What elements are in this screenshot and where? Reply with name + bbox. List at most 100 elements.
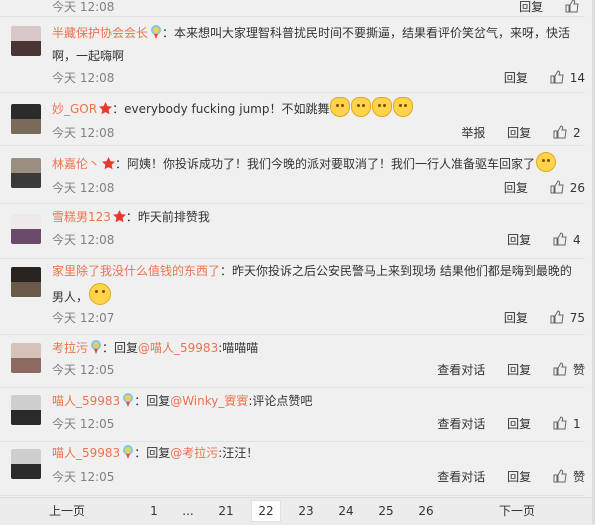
like-button[interactable]: 4 xyxy=(553,230,585,250)
like-count: 2 xyxy=(573,126,581,140)
avatar[interactable] xyxy=(11,267,41,297)
cat-emoji-icon xyxy=(372,97,393,117)
comment-meta: 今天 12:05 查看对话 回复 赞 xyxy=(52,360,585,380)
smile-emoji-icon xyxy=(89,283,112,305)
comment-text: ：阿姨！你投诉成功了！我们今晚的派对要取消了！我们一行人准备驱车回家了 xyxy=(115,157,536,171)
comment-text: :喵喵喵 xyxy=(218,341,259,355)
reply-button[interactable]: 回复 xyxy=(507,230,531,250)
page-button[interactable]: 24 xyxy=(334,501,358,521)
smile-emoji-icon xyxy=(536,152,557,172)
report-button[interactable]: 举报 xyxy=(461,123,485,143)
comment-item: 雪糕男123 ：昨天前排赞我 今天 12:08 回复 4 xyxy=(0,204,585,259)
star-badge-icon xyxy=(99,102,113,115)
comment-meta: 今天 12:08 举报 回复 2 xyxy=(52,123,585,143)
comment-time: 今天 12:08 xyxy=(52,181,115,195)
pagination-ellipsis: ... xyxy=(182,504,194,518)
cat-emoji-icon xyxy=(351,97,372,117)
current-page: 22 xyxy=(251,500,281,522)
prev-page-button[interactable]: 上一页 xyxy=(44,501,90,521)
mention-link[interactable]: @喵人_59983 xyxy=(138,341,218,355)
like-button[interactable]: 1 xyxy=(553,414,585,434)
comment-text: ：everybody fucking jump！不如跳舞 xyxy=(112,102,330,116)
reply-button[interactable]: 回复 xyxy=(507,360,531,380)
like-button[interactable]: 75 xyxy=(550,308,585,328)
comment-time: 今天 12:08 xyxy=(52,126,115,140)
comment-item: 今天 12:08 回复 xyxy=(0,0,585,17)
username[interactable]: 喵人_59983 xyxy=(52,446,120,460)
like-button[interactable]: 14 xyxy=(550,68,585,88)
reply-button[interactable]: 回复 xyxy=(507,467,531,487)
like-label: 赞 xyxy=(572,363,585,377)
thumbs-up-icon xyxy=(550,180,564,194)
page-button[interactable]: 21 xyxy=(214,501,238,521)
thumbs-up-icon xyxy=(553,469,567,483)
comment-meta: 今天 12:07 回复 75 xyxy=(52,308,585,328)
username[interactable]: 考拉污 xyxy=(52,341,88,355)
comment-item: 考拉污 ：回复@喵人_59983:喵喵喵 今天 12:05 查看对话 回复 赞 xyxy=(0,335,585,388)
avatar[interactable] xyxy=(11,158,41,188)
avatar[interactable] xyxy=(11,104,41,134)
rainbow-badge-icon xyxy=(123,393,134,407)
reply-prefix: ：回复 xyxy=(102,341,139,355)
username[interactable]: 半藏保护协会会长 xyxy=(52,26,148,40)
thumbs-up-icon xyxy=(565,0,579,13)
reply-button[interactable]: 回复 xyxy=(507,123,531,143)
reply-button[interactable]: 回复 xyxy=(504,68,528,88)
like-button[interactable]: 赞 xyxy=(553,360,585,380)
comment-item: 喵人_59983 ：回复@Winky_賨賨:评论点赞吧 今天 12:05 查看对话… xyxy=(0,388,585,442)
rainbow-badge-icon xyxy=(123,445,134,459)
comment-item: 家里除了我没什么值钱的东西了：昨天你投诉之后公安民警马上来到现场 结果他们都是嗨… xyxy=(0,259,585,335)
page-button[interactable]: 25 xyxy=(374,501,398,521)
username[interactable]: 妙_GOR xyxy=(52,102,97,116)
mention-link[interactable]: @考拉污 xyxy=(170,446,218,460)
like-count: 75 xyxy=(569,311,585,325)
thumbs-up-icon xyxy=(553,125,567,139)
comment-meta: 今天 12:08 回复 4 xyxy=(52,230,585,250)
username[interactable]: 喵人_59983 xyxy=(52,394,120,408)
reply-prefix: ：回复 xyxy=(134,394,171,408)
avatar[interactable] xyxy=(11,214,41,244)
comment-item: 妙_GOR ：everybody fucking jump！不如跳舞 今天 12:… xyxy=(0,93,585,146)
next-page-button[interactable]: 下一页 xyxy=(494,501,540,521)
reply-button[interactable]: 回复 xyxy=(504,178,528,198)
like-count: 4 xyxy=(573,233,581,247)
comment-item: 林嘉伦丶 ：阿姨！你投诉成功了！我们今晚的派对要取消了！我们一行人准备驱车回家了 … xyxy=(0,146,585,204)
username[interactable]: 家里除了我没什么值钱的东西了 xyxy=(52,264,220,278)
mention-link[interactable]: @Winky_賨賨 xyxy=(170,394,248,408)
comment-meta: 今天 12:08 回复 26 xyxy=(52,178,585,198)
like-button[interactable]: 2 xyxy=(553,123,585,143)
page-button[interactable]: 26 xyxy=(414,501,438,521)
pagination: 上一页 1 ... 21 22 23 24 25 26 下一页 xyxy=(0,497,595,525)
reply-button[interactable]: 回复 xyxy=(507,414,531,434)
comment-item: 喵人_59983 ：回复@考拉污:汪汪！ 今天 12:05 查看对话 回复 赞 xyxy=(0,442,585,496)
comment-meta: 今天 12:08 回复 xyxy=(52,0,585,17)
view-conversation-button[interactable]: 查看对话 xyxy=(437,414,485,434)
like-button[interactable] xyxy=(565,0,585,17)
comment-text: :评论点赞吧 xyxy=(248,394,313,408)
avatar[interactable] xyxy=(11,449,41,479)
reply-prefix: ：回复 xyxy=(134,446,171,460)
page-button[interactable]: 23 xyxy=(294,501,318,521)
view-conversation-button[interactable]: 查看对话 xyxy=(437,467,485,487)
like-button[interactable]: 赞 xyxy=(553,467,585,487)
comment-meta: 今天 12:05 查看对话 回复 赞 xyxy=(52,467,585,487)
username[interactable]: 林嘉伦丶 xyxy=(52,157,100,171)
view-conversation-button[interactable]: 查看对话 xyxy=(437,360,485,380)
star-badge-icon xyxy=(102,157,116,170)
like-button[interactable]: 26 xyxy=(550,178,585,198)
comment-time: 今天 12:08 xyxy=(52,71,115,85)
username[interactable]: 雪糕男123 xyxy=(52,210,111,224)
thumbs-up-icon xyxy=(550,310,564,324)
comment-time: 今天 12:05 xyxy=(52,417,115,431)
avatar[interactable] xyxy=(11,26,41,56)
thumbs-up-icon xyxy=(553,362,567,376)
comment-list: 今天 12:08 回复 半藏保护协会会长 ：本来想叫大家理智科普扰民时间不要撕逼，… xyxy=(0,0,595,496)
thumbs-up-icon xyxy=(553,232,567,246)
reply-button[interactable]: 回复 xyxy=(519,0,543,17)
reply-button[interactable]: 回复 xyxy=(504,308,528,328)
avatar[interactable] xyxy=(11,343,41,373)
avatar[interactable] xyxy=(11,395,41,425)
page-button[interactable]: 1 xyxy=(145,501,163,521)
like-count: 26 xyxy=(569,181,585,195)
comment-time: 今天 12:08 xyxy=(52,233,115,247)
